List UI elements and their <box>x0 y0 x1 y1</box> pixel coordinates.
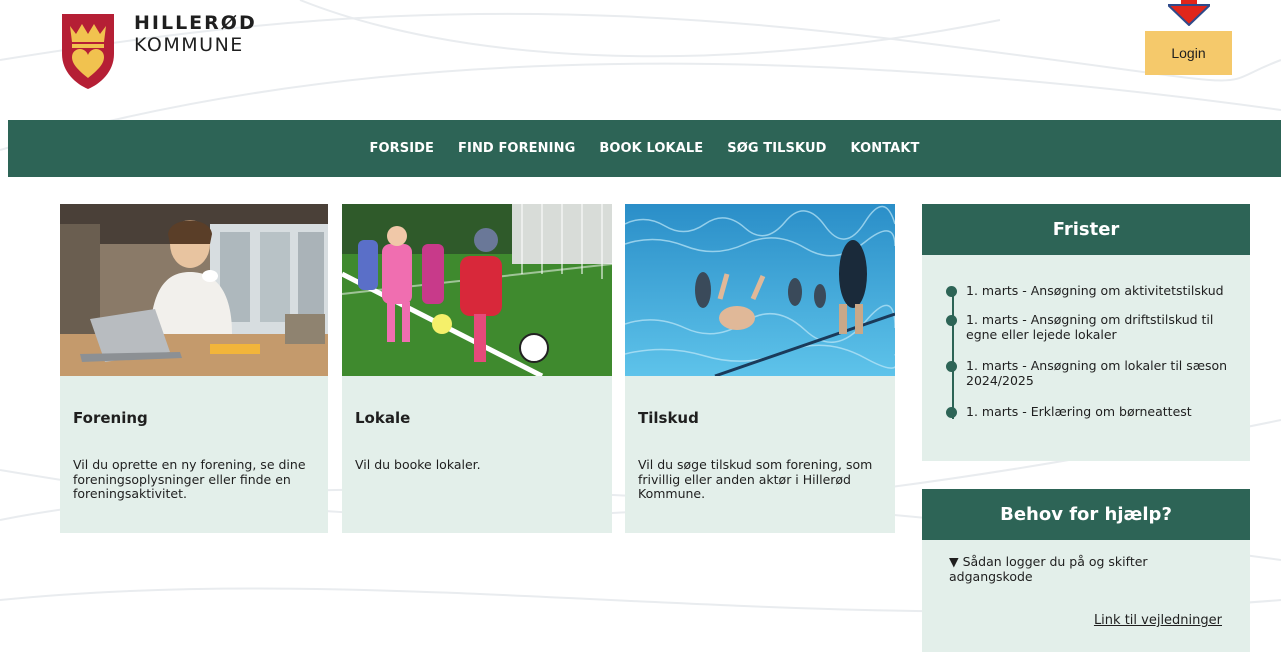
nav-item-forside[interactable]: FORSIDE <box>370 141 435 156</box>
deadline-text: 1. marts - Ansøgning om lokaler til sæso… <box>966 358 1228 388</box>
frister-title: Frister <box>922 204 1250 255</box>
card-tilskud[interactable]: Tilskud Vil du søge tilskud som forening… <box>625 204 895 533</box>
deadline-item: 1. marts - Ansøgning om aktivitetstilsku… <box>946 283 1231 299</box>
deadline-item: 1. marts - Erklæring om børneattest <box>946 404 1231 420</box>
help-box: Behov for hjælp? ▼ Sådan logger du på og… <box>922 489 1250 652</box>
card-title: Tilskud <box>638 409 699 427</box>
timeline-dot <box>946 361 957 372</box>
nav-item-kontakt[interactable]: KONTAKT <box>851 141 920 156</box>
children-playing-football-photo <box>342 204 612 376</box>
timeline-line <box>952 291 954 419</box>
login-button[interactable]: Login <box>1145 31 1232 75</box>
frister-box: Frister 1. marts - Ansøgning om aktivite… <box>922 204 1250 461</box>
card-title: Forening <box>73 409 148 427</box>
deadline-item: 1. marts - Ansøgning om lokaler til sæso… <box>946 358 1231 388</box>
card-description: Vil du booke lokaler. <box>355 457 481 472</box>
card-lokale[interactable]: Lokale Vil du booke lokaler. <box>342 204 612 533</box>
timeline-dot <box>946 315 957 326</box>
nav-item-sog-tilskud[interactable]: SØG TILSKUD <box>727 141 826 156</box>
hillerod-logo[interactable]: HILLERØD KOMMUNE <box>60 12 257 90</box>
deadline-text: 1. marts - Erklæring om børneattest <box>966 404 1192 419</box>
logo-title: HILLERØD <box>134 12 257 34</box>
help-title: Behov for hjælp? <box>922 489 1250 540</box>
card-forening[interactable]: Forening Vil du oprette en ny forening, … <box>60 204 328 533</box>
card-title: Lokale <box>355 409 411 427</box>
nav-item-find-forening[interactable]: FIND FORENING <box>458 141 575 156</box>
site-header: HILLERØD KOMMUNE Login <box>0 0 1281 120</box>
nav-item-book-lokale[interactable]: BOOK LOKALE <box>599 141 703 156</box>
logo-subtitle: KOMMUNE <box>134 34 244 56</box>
deadline-text: 1. marts - Ansøgning om aktivitetstilsku… <box>966 283 1224 298</box>
crest-icon <box>62 14 114 89</box>
arrow-down-icon <box>1168 0 1210 26</box>
card-description: Vil du søge tilskud som forening, som fr… <box>638 457 873 501</box>
timeline-dot <box>946 286 957 297</box>
deadline-text: 1. marts - Ansøgning om driftstilskud ti… <box>966 312 1214 342</box>
guides-link[interactable]: Link til vejledninger <box>1094 613 1222 628</box>
swimming-pool-photo <box>625 204 895 376</box>
timeline-dot <box>946 407 957 418</box>
help-accordion-item[interactable]: ▼ Sådan logger du på og skifter adgangsk… <box>949 554 1229 584</box>
man-with-laptop-photo <box>60 204 328 376</box>
deadline-item: 1. marts - Ansøgning om driftstilskud ti… <box>946 312 1231 342</box>
card-description: Vil du oprette en ny forening, se dine f… <box>73 457 306 501</box>
main-nav: FORSIDE FIND FORENING BOOK LOKALE SØG TI… <box>8 120 1281 177</box>
